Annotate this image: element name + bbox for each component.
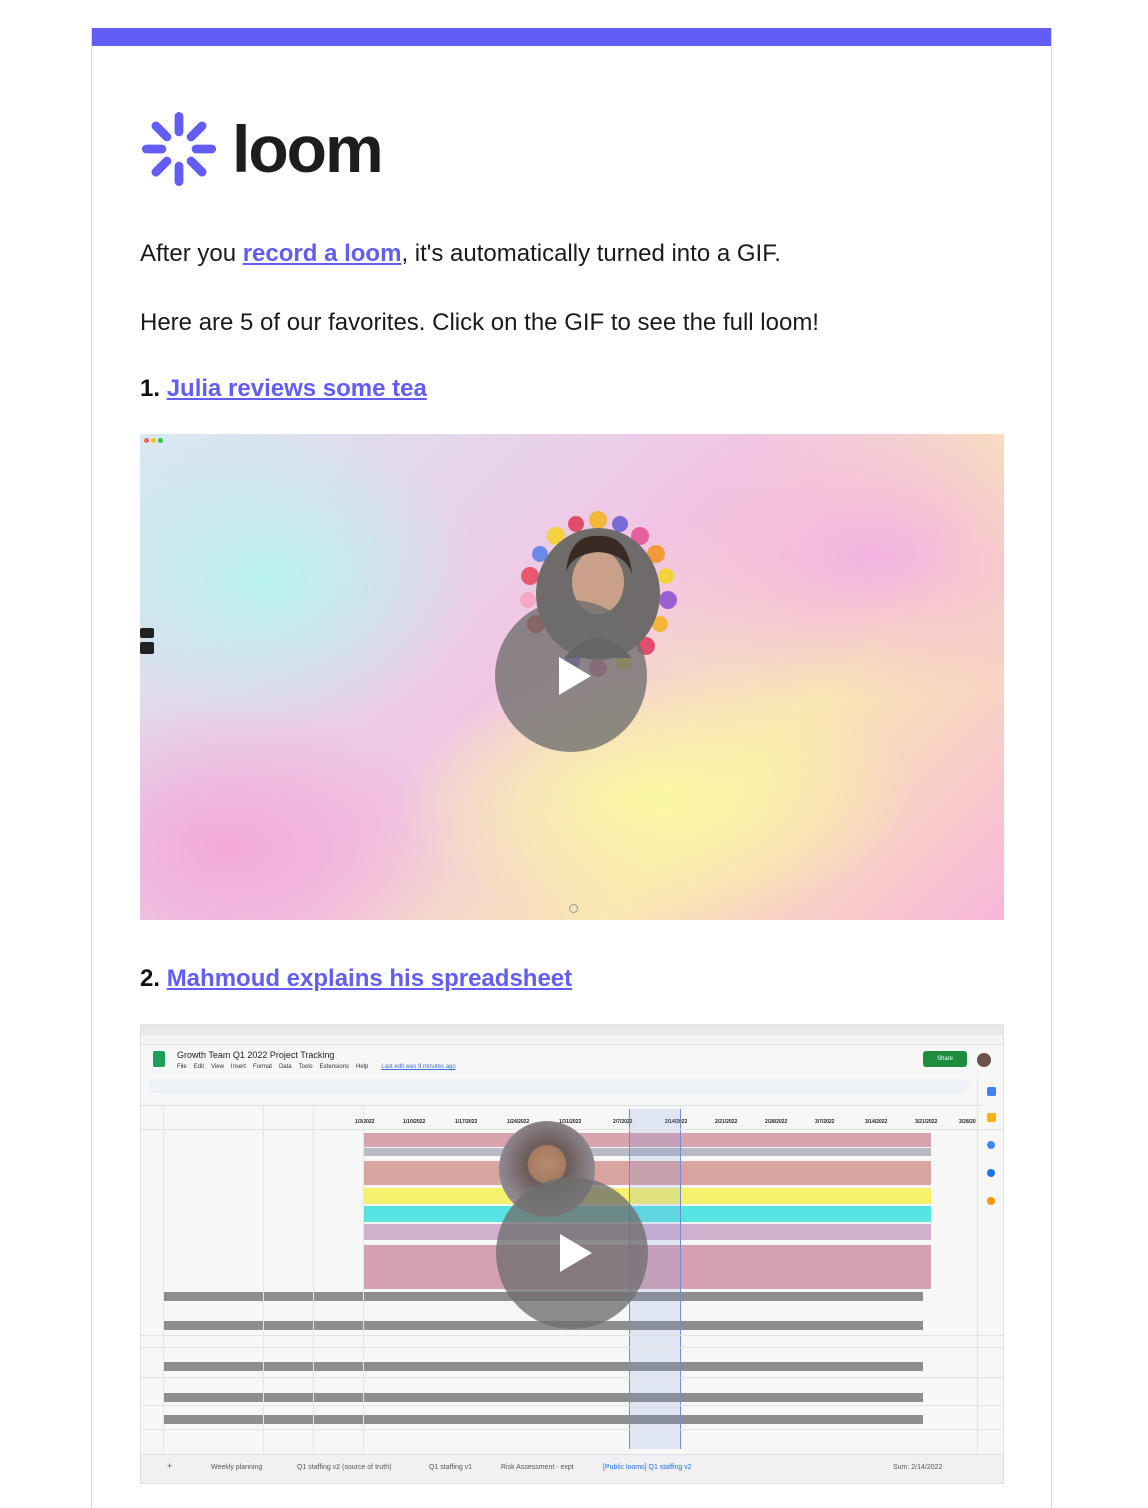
sum-readout[interactable]: Sum: 2/14/2022 xyxy=(893,1464,942,1471)
date-cell: 2/28/2022 xyxy=(765,1119,788,1125)
sheet-tab[interactable]: Q1 staffing v1 xyxy=(429,1464,472,1471)
contacts-icon[interactable] xyxy=(987,1169,995,1177)
loom-wordmark: loom xyxy=(232,112,384,186)
keep-icon[interactable] xyxy=(987,1113,996,1122)
user-avatar[interactable] xyxy=(977,1053,991,1067)
window-close-dot xyxy=(144,438,149,443)
date-cell: 1/10/2022 xyxy=(403,1119,426,1125)
share-label: Share xyxy=(936,1056,953,1062)
date-cell: 1/3/2022 xyxy=(355,1119,375,1125)
side-panel xyxy=(977,1079,1003,1459)
menu-insert[interactable]: Insert xyxy=(231,1064,246,1070)
calendar-icon[interactable] xyxy=(987,1087,996,1096)
sheet-tab-active[interactable]: [Public looms] Q1 staffing v2 xyxy=(603,1464,692,1471)
gif-mahmoud-spreadsheet[interactable]: Growth Team Q1 2022 Project Tracking Fil… xyxy=(140,1024,1004,1484)
play-button[interactable] xyxy=(496,1177,648,1329)
play-icon xyxy=(560,1234,592,1272)
browser-address-bar xyxy=(141,1035,1003,1045)
brand-top-bar xyxy=(92,28,1051,46)
item-1-heading: 1. Julia reviews some tea xyxy=(140,374,427,404)
item-1-link[interactable]: Julia reviews some tea xyxy=(167,375,427,402)
doc-title: Growth Team Q1 2022 Project Tracking xyxy=(177,1050,335,1060)
play-icon xyxy=(559,657,591,695)
date-cell: 3/7/2022 xyxy=(815,1119,835,1125)
item-1-number: 1. xyxy=(140,375,161,402)
item-2-number: 2. xyxy=(140,965,161,992)
favorites-subtitle: Here are 5 of our favorites. Click on th… xyxy=(140,309,819,336)
date-cell: 3/14/2022 xyxy=(865,1119,888,1125)
menu-tools[interactable]: Tools xyxy=(299,1064,313,1070)
item-2-heading: 2. Mahmoud explains his spreadsheet xyxy=(140,964,572,994)
menu-format[interactable]: Format xyxy=(253,1064,272,1070)
date-cell: 1/17/2022 xyxy=(455,1119,478,1125)
last-edit-link[interactable]: Last edit was 9 minutes ago xyxy=(381,1064,455,1070)
sheet-tab-bar: + Weekly planning Q1 staffing v2 (source… xyxy=(141,1454,1003,1483)
separator-row xyxy=(163,1415,923,1424)
sheet-tab[interactable]: Weekly planning xyxy=(211,1464,262,1471)
formula-bar xyxy=(141,1095,981,1106)
date-cell: 3/28/20 xyxy=(959,1119,976,1125)
date-cell: 1/24/2022 xyxy=(507,1119,530,1125)
sheets-logo-icon xyxy=(153,1051,165,1067)
gif-julia-tea[interactable] xyxy=(140,434,1004,920)
item-2-link[interactable]: Mahmoud explains his spreadsheet xyxy=(167,965,572,992)
date-cell: 2/21/2022 xyxy=(715,1119,738,1125)
menu-edit[interactable]: Edit xyxy=(194,1064,204,1070)
menu-file[interactable]: File xyxy=(177,1064,187,1070)
recording-indicator-icon xyxy=(569,904,578,913)
sheets-toolbar xyxy=(149,1079,969,1093)
record-a-loom-link[interactable]: record a loom xyxy=(243,240,402,267)
menu-view[interactable]: View xyxy=(211,1064,224,1070)
window-minimize-dot xyxy=(151,438,156,443)
side-record-button xyxy=(140,642,154,654)
sheets-menu: File Edit View Insert Format Data Tools … xyxy=(177,1064,456,1070)
add-sheet-icon[interactable]: + xyxy=(167,1461,172,1471)
tasks-icon[interactable] xyxy=(987,1141,995,1149)
email-card: loom After you record a loom, it's autom… xyxy=(91,28,1052,1508)
separator-row xyxy=(163,1393,923,1402)
sheet-tab[interactable]: Risk Assessment - expt xyxy=(501,1464,574,1471)
browser-tab-strip xyxy=(141,1025,1003,1035)
sheet-tab[interactable]: Q1 staffing v2 (source of truth) xyxy=(297,1464,391,1471)
menu-data[interactable]: Data xyxy=(279,1064,292,1070)
intro-text-start: After you xyxy=(140,240,243,267)
window-zoom-dot xyxy=(158,438,163,443)
loom-logo[interactable]: loom xyxy=(140,110,384,188)
intro-paragraph: After you record a loom, it's automatica… xyxy=(140,239,781,269)
menu-extensions[interactable]: Extensions xyxy=(320,1064,349,1070)
side-control-pill xyxy=(140,628,154,638)
share-button[interactable]: Share xyxy=(923,1051,967,1067)
date-cell: 3/21/2022 xyxy=(915,1119,938,1125)
separator-row xyxy=(163,1362,923,1371)
menu-help[interactable]: Help xyxy=(356,1064,368,1070)
intro-text-end: , it's automatically turned into a GIF. xyxy=(401,240,781,267)
maps-icon[interactable] xyxy=(987,1197,995,1205)
loom-starburst-icon xyxy=(141,111,217,187)
play-button[interactable] xyxy=(495,600,647,752)
